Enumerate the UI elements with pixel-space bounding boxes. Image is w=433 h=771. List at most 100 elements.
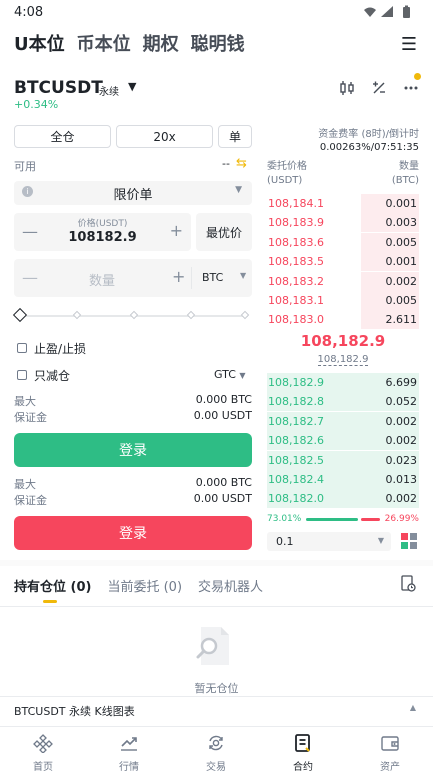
mark-price[interactable]: 108,182.9 (267, 354, 419, 366)
nav-futures[interactable]: 合约 (273, 733, 333, 771)
tab-trading-bots[interactable]: 交易机器人 (198, 576, 263, 595)
ask-row[interactable]: 108,183.9 0.003 (267, 213, 419, 233)
ask-row[interactable]: 108,183.6 0.005 (267, 232, 419, 252)
row-price[interactable]: 108,184.1 (268, 197, 324, 210)
symbol-toolbar (339, 80, 419, 96)
quantity-unit[interactable]: BTC (202, 271, 223, 284)
calculator-icon[interactable] (371, 80, 387, 96)
plus-icon[interactable]: + (172, 267, 185, 286)
caret-down-icon[interactable]: ▼ (128, 80, 136, 93)
tab-open-orders[interactable]: 当前委托 (0) (107, 576, 182, 595)
tab-positions[interactable]: 持有仓位 (0) (14, 576, 91, 595)
ask-row[interactable]: 108,183.2 0.002 (267, 271, 419, 291)
buy-login-button[interactable]: 登录 (14, 433, 252, 467)
row-quantity[interactable]: 0.052 (386, 395, 418, 408)
row-price[interactable]: 108,182.9 (268, 376, 324, 389)
row-quantity[interactable]: 0.002 (386, 434, 418, 447)
slider-tick[interactable] (72, 310, 82, 320)
order-type-select[interactable]: i 限价单 ▼ (14, 181, 252, 205)
symbol-name[interactable]: BTCUSDT (14, 78, 103, 98)
tab-smart-money[interactable]: 聪明钱 (191, 30, 245, 58)
caret-up-icon[interactable]: ▲ (410, 703, 416, 712)
quantity-placeholder[interactable]: 数量 (14, 270, 190, 289)
tab-usdm[interactable]: U本位 (14, 30, 65, 58)
row-quantity[interactable]: 0.002 (386, 275, 418, 288)
bid-row[interactable]: 108,182.5 0.023 (267, 450, 419, 470)
ask-row[interactable]: 108,184.1 0.001 (267, 194, 419, 213)
last-price: 108,182.9 (300, 332, 386, 350)
margin-mode-button[interactable]: 全仓 (14, 125, 111, 148)
row-price[interactable]: 108,183.9 (268, 216, 324, 229)
tpsl-label[interactable]: 止盈/止损 (34, 340, 86, 357)
nav-trade[interactable]: 交易 (186, 733, 246, 771)
row-quantity[interactable]: 2.611 (386, 313, 418, 326)
slider-tick[interactable] (240, 310, 250, 320)
slider-tick[interactable] (186, 310, 196, 320)
more-icon[interactable] (403, 80, 419, 96)
row-price[interactable]: 108,183.2 (268, 275, 324, 288)
row-quantity[interactable]: 0.001 (386, 255, 418, 268)
price-value[interactable]: 108182.9 (14, 230, 191, 245)
quantity-slider[interactable] (20, 310, 250, 320)
order-history-icon[interactable] (401, 575, 416, 593)
tab-options[interactable]: 期权 (143, 30, 179, 58)
row-price[interactable]: 108,182.5 (268, 454, 324, 467)
slider-handle[interactable] (12, 307, 28, 323)
row-quantity[interactable]: 0.002 (386, 492, 418, 505)
nav-markets[interactable]: 行情 (99, 733, 159, 771)
row-quantity[interactable]: 0.001 (386, 197, 418, 210)
row-price[interactable]: 108,183.0 (268, 313, 324, 326)
row-price[interactable]: 108,182.0 (268, 492, 324, 505)
candlestick-icon[interactable] (339, 80, 355, 96)
reduce-only-label[interactable]: 只减仓 (34, 367, 70, 384)
nav-home[interactable]: 首页 (13, 733, 73, 771)
sell-login-button[interactable]: 登录 (14, 516, 252, 550)
position-mode-button[interactable]: 单 (218, 125, 252, 148)
row-quantity[interactable]: 0.005 (386, 294, 418, 307)
slider-tick[interactable] (129, 310, 139, 320)
kline-chart-bar[interactable]: BTCUSDT 永续 K线图表 ▲ (0, 696, 433, 723)
price-input[interactable]: — 价格(USDT) 108182.9 + (14, 213, 191, 251)
qty-header-label: 数量 (399, 161, 419, 172)
quantity-input[interactable]: — 数量 + BTC ▼ (14, 259, 252, 297)
row-price[interactable]: 108,183.5 (268, 255, 324, 268)
bid-row[interactable]: 108,182.8 0.052 (267, 392, 419, 412)
row-quantity[interactable]: 0.002 (386, 415, 418, 428)
row-price[interactable]: 108,183.1 (268, 294, 324, 307)
bid-row[interactable]: 108,182.6 0.002 (267, 431, 419, 451)
row-quantity[interactable]: 0.023 (386, 454, 418, 467)
orderbook-layout-icon[interactable] (401, 533, 417, 549)
tabs-divider (0, 606, 433, 607)
ask-row[interactable]: 108,183.5 0.001 (267, 252, 419, 272)
transfer-icon[interactable]: ⇆ (236, 156, 247, 171)
plus-icon[interactable]: + (170, 221, 183, 240)
time-in-force-select[interactable]: GTC ▼ (214, 368, 246, 381)
row-price[interactable]: 108,183.6 (268, 236, 324, 249)
bid-row[interactable]: 108,182.4 0.013 (267, 470, 419, 489)
nav-assets[interactable]: 资产 (360, 733, 420, 771)
row-price[interactable]: 108,182.6 (268, 434, 324, 447)
bid-row[interactable]: 108,182.0 0.002 (267, 489, 419, 509)
row-price[interactable]: 108,182.8 (268, 395, 324, 408)
row-quantity[interactable]: 0.005 (386, 236, 418, 249)
row-quantity[interactable]: 0.013 (386, 473, 418, 486)
best-price-button[interactable]: 最优价 (196, 213, 252, 251)
row-quantity[interactable]: 6.699 (386, 376, 418, 389)
info-icon[interactable]: i (22, 186, 33, 197)
leverage-button[interactable]: 20x (116, 125, 213, 148)
menu-icon[interactable]: ☰ (401, 34, 417, 55)
ask-row[interactable]: 108,183.0 2.611 (267, 310, 419, 330)
bid-row[interactable]: 108,182.9 6.699 (267, 373, 419, 392)
ask-row[interactable]: 108,183.1 0.005 (267, 291, 419, 310)
bottom-navigation: 首页 行情 交易 合约 资产 (0, 726, 433, 771)
funding-rate-label[interactable]: 资金费率 (8时)/倒计时 (318, 125, 419, 140)
row-price[interactable]: 108,182.4 (268, 473, 324, 486)
reduce-only-checkbox[interactable] (17, 370, 27, 380)
row-quantity[interactable]: 0.003 (386, 216, 418, 229)
precision-select[interactable]: 0.1 ▼ (267, 532, 391, 551)
tpsl-checkbox[interactable] (17, 343, 27, 353)
caret-down-icon[interactable]: ▼ (240, 271, 246, 280)
tab-coinm[interactable]: 币本位 (77, 30, 131, 58)
row-price[interactable]: 108,182.7 (268, 415, 324, 428)
bid-row[interactable]: 108,182.7 0.002 (267, 411, 419, 431)
